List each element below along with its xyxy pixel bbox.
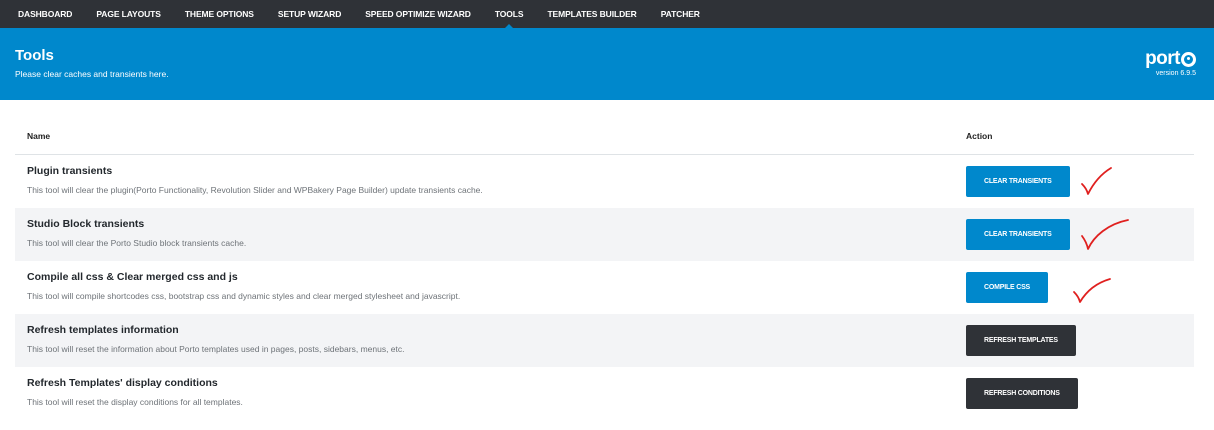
nav-item-page-layouts[interactable]: PAGE LAYOUTS bbox=[96, 0, 161, 28]
table-row-compile-css: Compile all css & Clear merged css and j… bbox=[15, 261, 1194, 314]
tool-title: Refresh templates information bbox=[27, 324, 179, 336]
clear-plugin-transients-button[interactable]: CLEAR TRANSIENTS bbox=[966, 166, 1070, 197]
nav-item-tools[interactable]: TOOLS bbox=[495, 0, 524, 29]
clear-studio-transients-button[interactable]: CLEAR TRANSIENTS bbox=[966, 219, 1070, 250]
nav-item-dashboard[interactable]: DASHBOARD bbox=[18, 0, 72, 28]
tool-title: Plugin transients bbox=[27, 165, 113, 177]
tools-table: Name Action Plugin transients This tool … bbox=[15, 124, 1194, 420]
table-header: Name Action bbox=[15, 124, 1194, 155]
page-subtitle: Please clear caches and transients here. bbox=[15, 69, 169, 79]
compile-css-button[interactable]: COMPILE CSS bbox=[966, 272, 1049, 303]
column-header-action: Action bbox=[966, 131, 993, 141]
tool-title: Compile all css & Clear merged css and j… bbox=[27, 271, 238, 283]
logo-text: port bbox=[1145, 48, 1180, 69]
nav-item-setup-wizard[interactable]: SETUP WIZARD bbox=[278, 0, 341, 28]
tool-description: This tool will compile shortcodes css, b… bbox=[27, 291, 461, 301]
page-title: Tools bbox=[15, 47, 54, 64]
nav-item-speed-optimize-wizard[interactable]: SPEED OPTIMIZE WIZARD bbox=[365, 0, 471, 28]
nav-item-theme-options[interactable]: THEME OPTIONS bbox=[185, 0, 254, 28]
table-row-plugin-transients: Plugin transients This tool will clear t… bbox=[15, 155, 1194, 208]
tool-description: This tool will clear the Porto Studio bl… bbox=[27, 238, 247, 248]
table-row-refresh-conditions: Refresh Templates' display conditions Th… bbox=[15, 367, 1194, 420]
column-header-name: Name bbox=[27, 131, 51, 141]
version-label: version 6.9.5 bbox=[1155, 70, 1196, 77]
table-row-refresh-templates: Refresh templates information This tool … bbox=[15, 314, 1194, 367]
nav-item-patcher[interactable]: PATCHER bbox=[661, 0, 700, 28]
logo-wordmark: port bbox=[1145, 49, 1196, 68]
refresh-templates-button[interactable]: REFRESH TEMPLATES bbox=[966, 325, 1076, 356]
refresh-conditions-button[interactable]: REFRESH CONDITIONS bbox=[966, 378, 1078, 409]
top-navigation: DASHBOARD PAGE LAYOUTS THEME OPTIONS SET… bbox=[0, 0, 1214, 29]
porto-logo: port version 6.9.5 bbox=[1116, 49, 1196, 77]
table-row-studio-block-transients: Studio Block transients This tool will c… bbox=[15, 208, 1194, 261]
tool-title: Refresh Templates' display conditions bbox=[27, 377, 218, 389]
tool-description: This tool will reset the information abo… bbox=[27, 344, 405, 354]
tool-description: This tool will clear the plugin(Porto Fu… bbox=[27, 185, 483, 195]
tool-description: This tool will reset the display conditi… bbox=[27, 397, 243, 407]
tool-title: Studio Block transients bbox=[27, 218, 145, 230]
page-header: Tools Please clear caches and transients… bbox=[0, 28, 1214, 100]
nav-item-templates-builder[interactable]: TEMPLATES BUILDER bbox=[547, 0, 636, 28]
logo-o-icon bbox=[1181, 51, 1196, 67]
